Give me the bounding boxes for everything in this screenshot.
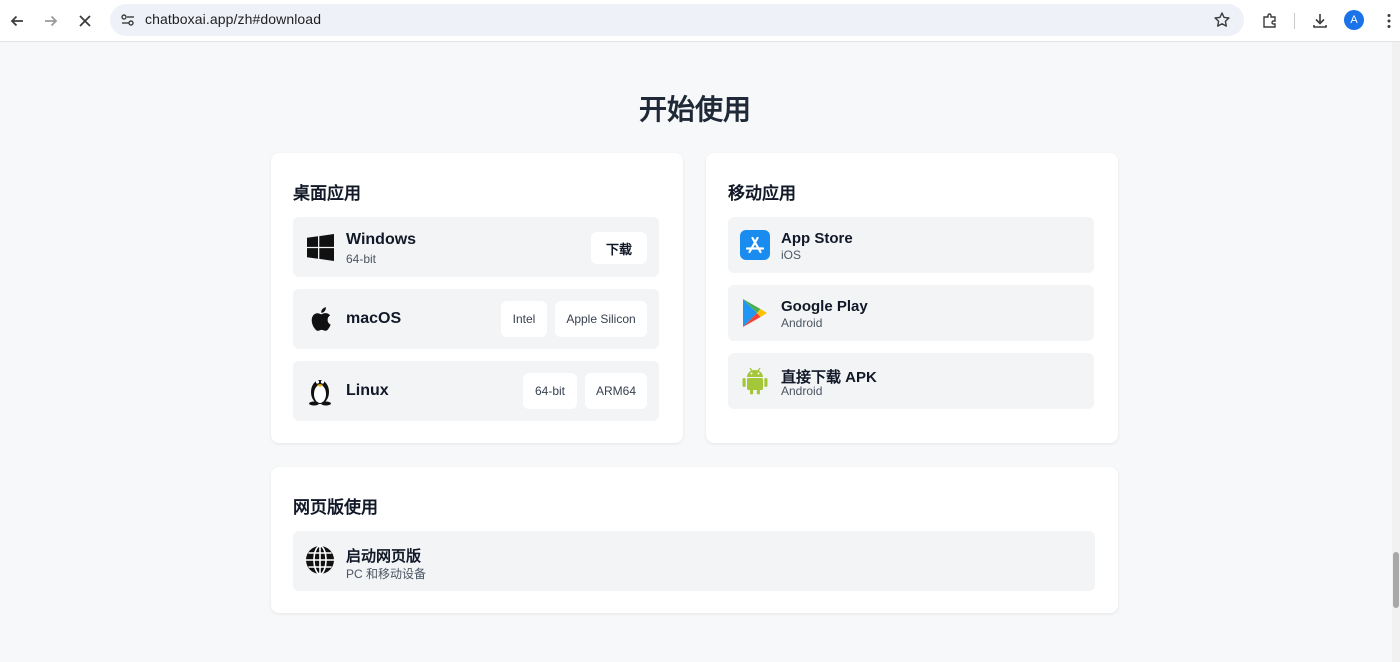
macos-row: macOS Intel Apple Silicon [293, 289, 659, 349]
launch-web-name: 启动网页版 [346, 548, 422, 565]
page-scrollbar[interactable] [1392, 42, 1400, 662]
linux-tux-icon [305, 375, 335, 406]
google-play-platform: Android [781, 316, 823, 330]
macos-apple-silicon-button[interactable]: Apple Silicon [555, 301, 647, 337]
desktop-apps-card: 桌面应用 Windows 64-bit 下载 macOS Intel Apple… [271, 153, 683, 443]
arrow-right-icon [45, 15, 58, 27]
profile-avatar[interactable]: A [1344, 10, 1364, 30]
launch-web-link[interactable]: 启动网页版 PC 和移动设备 [293, 531, 1095, 591]
linux-row: Linux 64-bit ARM64 [293, 361, 659, 421]
address-bar[interactable]: chatboxai.app/zh#download [110, 4, 1244, 36]
google-play-name: Google Play [781, 298, 868, 315]
menu-button[interactable] [1376, 8, 1400, 34]
app-store-link[interactable]: App Store iOS [728, 217, 1094, 273]
puzzle-icon [1263, 13, 1276, 28]
web-version-title: 网页版使用 [293, 498, 378, 517]
toolbar-divider [1294, 13, 1295, 29]
page-title: 开始使用 [638, 94, 751, 125]
apple-icon [305, 304, 335, 334]
app-store-name: App Store [781, 230, 853, 247]
globe-icon [305, 545, 335, 575]
windows-row: Windows 64-bit 下载 [293, 217, 659, 277]
macos-intel-button[interactable]: Intel [501, 301, 547, 337]
bookmark-star-icon[interactable] [1212, 10, 1232, 30]
forward-button[interactable] [38, 8, 64, 34]
mobile-apps-title: 移动应用 [728, 184, 796, 203]
linux-name: Linux [346, 382, 389, 399]
apk-download-link[interactable]: 直接下载 APK Android [728, 353, 1094, 409]
app-store-icon [740, 230, 770, 260]
extensions-button[interactable] [1257, 8, 1283, 34]
windows-icon [305, 232, 335, 262]
mobile-apps-card: 移动应用 App Store iOS Google Play Android 直… [706, 153, 1118, 443]
close-icon [79, 15, 91, 27]
web-version-card: 网页版使用 启动网页版 PC 和移动设备 [271, 467, 1118, 613]
apk-download-platform: Android [781, 384, 823, 398]
downloads-button[interactable] [1307, 8, 1333, 34]
more-vertical-icon [1387, 14, 1391, 28]
download-icon [1313, 14, 1327, 28]
scrollbar-thumb[interactable] [1393, 552, 1399, 608]
google-play-link[interactable]: Google Play Android [728, 285, 1094, 341]
site-settings-icon[interactable] [118, 10, 138, 30]
linux-arm64-button[interactable]: ARM64 [585, 373, 647, 409]
macos-name: macOS [346, 310, 402, 327]
stop-loading-button[interactable] [72, 8, 98, 34]
url-text[interactable]: chatboxai.app/zh#download [145, 11, 321, 27]
android-icon [740, 366, 770, 396]
linux-64bit-button[interactable]: 64-bit [523, 373, 577, 409]
launch-web-devices: PC 和移动设备 [346, 567, 427, 581]
windows-name: Windows [346, 231, 417, 248]
arrow-left-icon [10, 15, 23, 27]
back-button[interactable] [4, 8, 30, 34]
windows-download-button[interactable]: 下载 [591, 232, 647, 264]
desktop-apps-title: 桌面应用 [293, 184, 361, 203]
google-play-icon [740, 298, 770, 328]
windows-arch: 64-bit [346, 252, 377, 266]
browser-toolbar: chatboxai.app/zh#download A [0, 0, 1400, 42]
app-store-platform: iOS [781, 248, 802, 262]
